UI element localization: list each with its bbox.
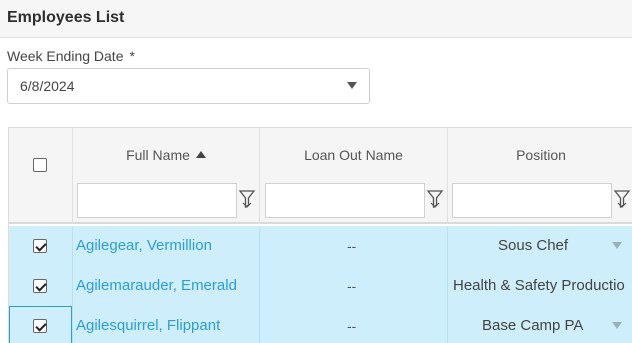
required-marker: * (129, 48, 135, 64)
loan-out-name-filter-input[interactable] (265, 183, 425, 218)
row-checkbox[interactable] (33, 239, 47, 253)
week-ending-label: Week Ending Date * (7, 48, 135, 64)
column-header-full-name[interactable]: Full Name (73, 147, 259, 163)
week-ending-select[interactable]: 6/8/2024 (7, 68, 370, 104)
caret-down-icon[interactable] (612, 242, 622, 249)
page-header: Employees List (0, 0, 632, 38)
position-filter-input[interactable] (452, 183, 612, 218)
page-title: Employees List (7, 9, 125, 26)
position-select[interactable]: Sous Chef (498, 237, 568, 254)
row-checkbox[interactable] (33, 279, 47, 293)
funnel-icon[interactable] (238, 188, 256, 210)
grid-header: Full Name Loan Out Name Position (9, 128, 632, 224)
week-ending-label-text: Week Ending Date (7, 48, 124, 64)
caret-down-icon[interactable] (612, 322, 622, 329)
sort-ascending-icon (195, 151, 206, 158)
loan-out-name-cell: -- (347, 278, 357, 294)
employees-grid: Full Name Loan Out Name Position Agilege… (8, 127, 632, 343)
loan-out-name-cell: -- (347, 238, 357, 254)
table-row[interactable]: Agilegear, Vermillion -- Sous Chef (9, 226, 632, 266)
employee-name-link[interactable]: Agilegear, Vermillion (76, 237, 212, 254)
funnel-icon[interactable] (426, 188, 444, 210)
column-header-full-name-label: Full Name (126, 147, 190, 163)
employee-name-link[interactable]: Agilemarauder, Emerald (76, 277, 237, 294)
column-divider (259, 226, 260, 343)
column-header-loan-out-name-label: Loan Out Name (304, 147, 403, 163)
column-divider (72, 128, 73, 224)
funnel-icon[interactable] (613, 188, 631, 210)
column-header-position[interactable]: Position (448, 147, 632, 163)
column-header-position-label: Position (516, 147, 566, 163)
position-select[interactable]: Health & Safety Productio (453, 277, 625, 294)
select-all-checkbox[interactable] (33, 158, 47, 172)
column-divider (259, 128, 260, 224)
column-divider (447, 226, 448, 343)
table-row[interactable]: Agilesquirrel, Flippant -- Base Camp PA (9, 306, 632, 343)
caret-down-icon (347, 82, 357, 89)
column-divider (447, 128, 448, 224)
column-divider (72, 226, 73, 343)
employee-name-link[interactable]: Agilesquirrel, Flippant (76, 317, 220, 334)
table-row[interactable]: Agilemarauder, Emerald -- Health & Safet… (9, 266, 632, 306)
week-ending-value: 6/8/2024 (20, 78, 75, 94)
loan-out-name-cell: -- (347, 318, 357, 334)
column-header-loan-out-name[interactable]: Loan Out Name (260, 147, 447, 163)
position-select[interactable]: Base Camp PA (482, 317, 583, 334)
full-name-filter-input[interactable] (77, 183, 237, 218)
row-checkbox[interactable] (33, 319, 47, 333)
